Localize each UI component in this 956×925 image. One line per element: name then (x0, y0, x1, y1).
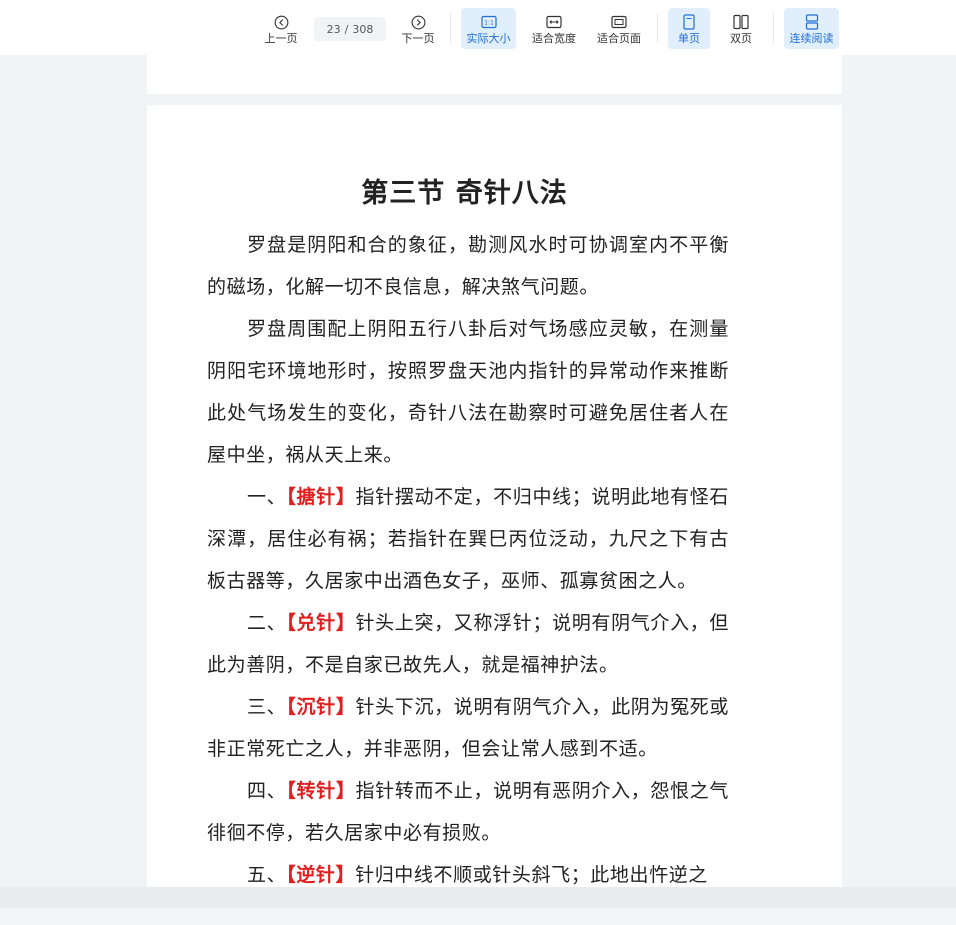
item-number: 三、 (247, 696, 287, 718)
single-page-label: 单页 (678, 32, 700, 45)
chevron-left-circle-icon (273, 14, 289, 30)
next-page-button[interactable]: 下一页 (397, 8, 439, 49)
status-strip (0, 908, 956, 925)
fit-page-label: 适合页面 (597, 32, 641, 45)
paragraph: 二、【兑针】针头上突，又称浮针；说明有阴气介入，但此为善阴，不是自家已故先人，就… (207, 602, 729, 686)
continuous-reading-label: 连续阅读 (789, 32, 834, 45)
needle-term: 【兑针】 (286, 612, 356, 634)
document-page: 第三节 奇针八法 罗盘是阴阳和合的象征，勘测风水时可协调室内不平衡的磁场，化解一… (147, 105, 842, 887)
paragraph-text: 针归中线不顺或针头斜飞；此地出忤逆之 (355, 864, 708, 886)
next-page-label: 下一页 (401, 32, 435, 45)
section-title: 第三节 奇针八法 (361, 178, 568, 209)
toolbar-divider (657, 14, 658, 42)
needle-term: 【沉针】 (286, 696, 356, 718)
toolbar-divider (450, 14, 451, 42)
continuous-reading-icon (804, 14, 820, 30)
fit-width-button[interactable]: 适合宽度 (527, 8, 581, 49)
paragraph-text: 罗盘周围配上阴阳五行八卦后对气场感应灵敏，在测量阴阳宅环境地形时，按照罗盘天池内… (207, 318, 729, 466)
item-number: 二、 (247, 612, 287, 634)
double-page-button[interactable]: 双页 (720, 8, 762, 49)
actual-size-button[interactable]: 1:1 实际大小 (461, 8, 516, 49)
paragraph: 罗盘周围配上阴阳五行八卦后对气场感应灵敏，在测量阴阳宅环境地形时，按照罗盘天池内… (207, 308, 729, 476)
reader-toolbar: 上一页 23 / 308 下一页 1:1 实际大小 适合宽度 适合页面 单页 双… (0, 0, 956, 55)
prev-page-button[interactable]: 上一页 (260, 8, 302, 49)
toolbar-divider (773, 14, 774, 42)
double-page-icon (733, 14, 749, 30)
total-pages: 308 (352, 22, 374, 36)
horizontal-scrollbar[interactable] (0, 887, 956, 908)
paragraph: 罗盘是阴阳和合的象征，勘测风水时可协调室内不平衡的磁场，化解一切不良信息，解决煞… (207, 224, 729, 308)
item-number: 五、 (247, 864, 287, 886)
previous-page-sheet (147, 55, 842, 94)
needle-term: 【搪针】 (286, 486, 356, 508)
paragraph: 五、【逆针】针归中线不顺或针头斜飞；此地出忤逆之 (207, 854, 729, 887)
needle-term: 【逆针】 (286, 864, 356, 886)
single-page-button[interactable]: 单页 (668, 8, 710, 49)
double-page-label: 双页 (730, 32, 752, 45)
paragraph: 四、【转针】指针转而不止，说明有恶阴介入，怨恨之气徘徊不停，若久居家中必有损败。 (207, 770, 729, 854)
fit-page-icon (611, 14, 627, 30)
item-number: 四、 (247, 780, 287, 802)
paragraph: 三、【沉针】针头下沉，说明有阴气介入，此阴为冤死或非正常死亡之人，并非恶阴，但会… (207, 686, 729, 770)
paragraph: 一、【搪针】指针摆动不定，不归中线；说明此地有怪石深潭，居住必有祸；若指针在巽巳… (207, 476, 729, 602)
single-page-icon (681, 14, 697, 30)
actual-size-label: 实际大小 (466, 32, 511, 45)
continuous-reading-button[interactable]: 连续阅读 (784, 8, 839, 49)
current-page-input[interactable]: 23 (327, 23, 341, 36)
fit-page-button[interactable]: 适合页面 (592, 8, 646, 49)
chevron-right-circle-icon (410, 14, 426, 30)
paragraph-text: 罗盘是阴阳和合的象征，勘测风水时可协调室内不平衡的磁场，化解一切不良信息，解决煞… (207, 234, 729, 298)
fit-width-label: 适合宽度 (532, 32, 576, 45)
needle-term: 【转针】 (286, 780, 356, 802)
page-body: 罗盘是阴阳和合的象征，勘测风水时可协调室内不平衡的磁场，化解一切不良信息，解决煞… (207, 224, 729, 887)
page-number-box[interactable]: 23 / 308 (314, 17, 386, 41)
item-number: 一、 (247, 486, 287, 508)
prev-page-label: 上一页 (264, 32, 298, 45)
page-separator: / (344, 22, 349, 36)
fit-width-icon (546, 14, 562, 30)
svg-text:1:1: 1:1 (484, 20, 494, 27)
actual-size-icon: 1:1 (480, 14, 497, 30)
